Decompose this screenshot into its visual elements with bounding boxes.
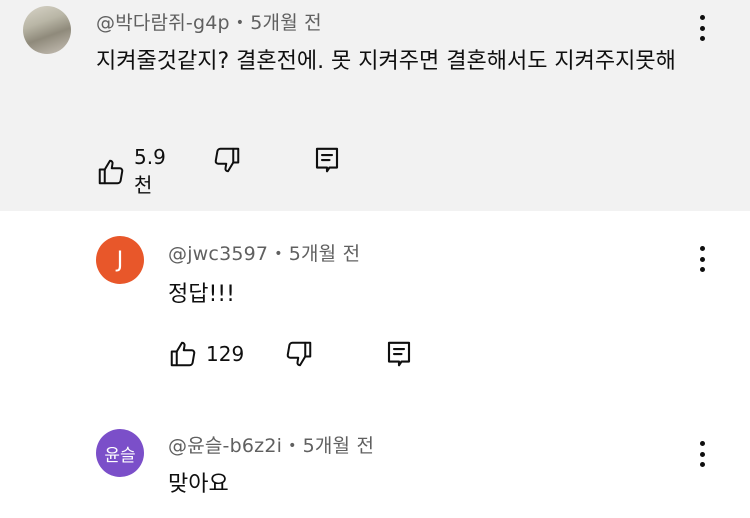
comment-meta: @jwc3597 • 5개월 전 [168,239,360,266]
reply-comment-icon [312,145,342,175]
avatar[interactable]: 윤슬 [96,429,144,477]
comment-item: J @jwc3597 • 5개월 전 정답!!! 129 [0,211,750,401]
thumbs-down-icon [212,145,242,175]
reply-button[interactable] [312,145,342,175]
reply-button[interactable] [384,339,414,369]
thumbs-up-icon [168,339,198,369]
more-options-icon[interactable] [690,244,714,274]
comment-author[interactable]: @박다람쥐-g4p [96,12,230,34]
comment-text: 지켜줄것같지? 결혼전에. 못 지켜주면 결혼해서도 지켜주지못해 [96,49,676,74]
separator-dot: • [235,15,245,31]
more-options-icon[interactable] [690,439,714,469]
comment-meta: @박다람쥐-g4p • 5개월 전 [96,8,322,35]
avatar[interactable]: J [96,236,144,284]
comment-author[interactable]: @윤슬-b6z2i [168,435,282,457]
thumbs-down-icon [284,339,314,369]
more-options-icon[interactable] [690,13,714,43]
comment-item: @박다람쥐-g4p • 5개월 전 지켜줄것같지? 결혼전에. 못 지켜주면 결혼해… [0,0,750,211]
comment-time[interactable]: 5개월 전 [250,12,322,34]
thumbs-up-icon [96,157,126,187]
separator-dot: • [274,246,283,262]
comment-text: 정답!!! [168,282,235,307]
avatar[interactable] [23,6,71,54]
reply-comment-icon [384,339,414,369]
dislike-button[interactable] [212,145,242,175]
like-count: 5.9천 [134,145,166,197]
comment-time[interactable]: 5개월 전 [289,243,361,265]
separator-dot: • [288,438,297,454]
comment-meta: @윤슬-b6z2i • 5개월 전 [168,431,374,458]
like-button[interactable]: 129 [168,339,244,369]
comment-item: 윤슬 @윤슬-b6z2i • 5개월 전 맞아요 [0,401,750,518]
comment-text: 맞아요 [168,472,229,497]
comment-time[interactable]: 5개월 전 [303,435,375,457]
dislike-button[interactable] [284,339,314,369]
comment-author[interactable]: @jwc3597 [168,243,268,265]
like-button[interactable]: 5.9천 [96,145,166,198]
like-count: 129 [206,342,245,366]
